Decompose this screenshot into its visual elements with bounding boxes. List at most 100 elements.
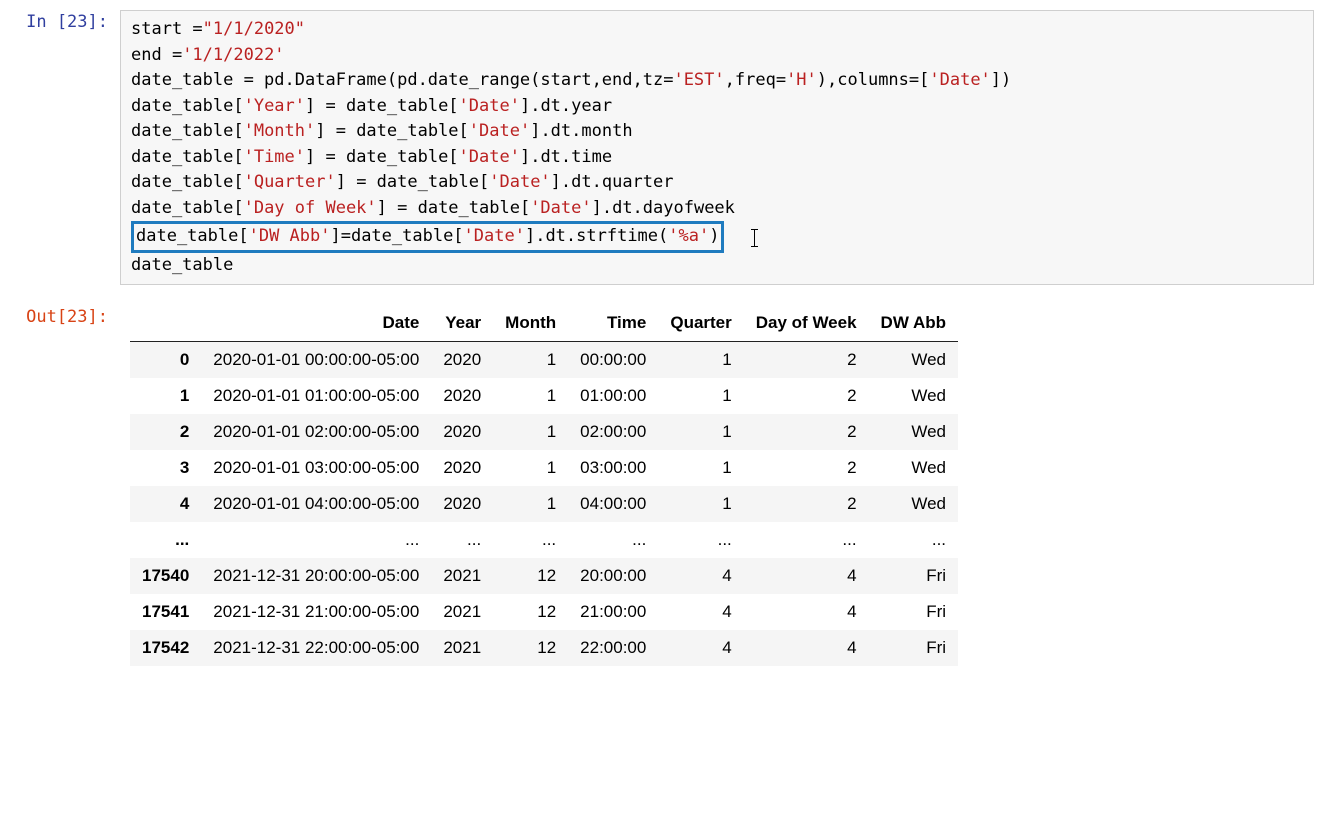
table-row: 02020-01-01 00:00:00-05:002020100:00:001… bbox=[130, 342, 958, 379]
table-cell: Fri bbox=[869, 558, 958, 594]
table-cell: Wed bbox=[869, 450, 958, 486]
code-line[interactable]: end ='1/1/2022' bbox=[131, 43, 1303, 69]
table-cell: ... bbox=[568, 522, 658, 558]
table-cell: 2020-01-01 01:00:00-05:00 bbox=[201, 378, 431, 414]
table-row: 175422021-12-31 22:00:00-05:0020211222:0… bbox=[130, 630, 958, 666]
table-cell: 1 bbox=[493, 414, 568, 450]
table-cell: Wed bbox=[869, 486, 958, 522]
output-area: DateYearMonthTimeQuarterDay of WeekDW Ab… bbox=[120, 285, 1314, 676]
row-index: 2 bbox=[130, 414, 201, 450]
table-cell: 02:00:00 bbox=[568, 414, 658, 450]
column-header: Year bbox=[431, 305, 493, 342]
row-index: 17542 bbox=[130, 630, 201, 666]
table-cell: 03:00:00 bbox=[568, 450, 658, 486]
table-cell: Fri bbox=[869, 630, 958, 666]
table-cell: ... bbox=[869, 522, 958, 558]
row-index: 1 bbox=[130, 378, 201, 414]
table-cell: 1 bbox=[658, 450, 743, 486]
table-cell: 2020 bbox=[431, 378, 493, 414]
row-index: ... bbox=[130, 522, 201, 558]
table-row: 32020-01-01 03:00:00-05:002020103:00:001… bbox=[130, 450, 958, 486]
table-cell: ... bbox=[744, 522, 869, 558]
table-cell: Wed bbox=[869, 342, 958, 379]
table-cell: 2020 bbox=[431, 486, 493, 522]
table-cell: 2020-01-01 04:00:00-05:00 bbox=[201, 486, 431, 522]
output-cell: Out[23]: DateYearMonthTimeQuarterDay of … bbox=[10, 285, 1314, 676]
text-cursor-icon bbox=[754, 229, 755, 247]
code-line[interactable]: date_table['Time'] = date_table['Date'].… bbox=[131, 145, 1303, 171]
code-line[interactable]: date_table = pd.DataFrame(pd.date_range(… bbox=[131, 68, 1303, 94]
table-cell: 2021-12-31 20:00:00-05:00 bbox=[201, 558, 431, 594]
column-header: Time bbox=[568, 305, 658, 342]
row-index: 17540 bbox=[130, 558, 201, 594]
table-cell: 2 bbox=[744, 450, 869, 486]
row-index: 4 bbox=[130, 486, 201, 522]
table-cell: 2021-12-31 22:00:00-05:00 bbox=[201, 630, 431, 666]
column-header: Day of Week bbox=[744, 305, 869, 342]
table-cell: ... bbox=[431, 522, 493, 558]
table-cell: 00:00:00 bbox=[568, 342, 658, 379]
table-cell: 20:00:00 bbox=[568, 558, 658, 594]
table-cell: 2020 bbox=[431, 342, 493, 379]
table-row: ........................ bbox=[130, 522, 958, 558]
table-cell: Wed bbox=[869, 378, 958, 414]
table-cell: 2021 bbox=[431, 594, 493, 630]
output-prompt: Out[23]: bbox=[10, 285, 120, 676]
table-cell: 4 bbox=[744, 558, 869, 594]
column-header: Date bbox=[201, 305, 431, 342]
code-line[interactable]: start ="1/1/2020" bbox=[131, 17, 1303, 43]
table-cell: 2 bbox=[744, 378, 869, 414]
code-line[interactable]: date_table bbox=[131, 253, 1303, 279]
table-cell: 2 bbox=[744, 342, 869, 379]
table-cell: 12 bbox=[493, 558, 568, 594]
code-line[interactable]: date_table['Year'] = date_table['Date'].… bbox=[131, 94, 1303, 120]
table-cell: ... bbox=[658, 522, 743, 558]
table-row: 22020-01-01 02:00:00-05:002020102:00:001… bbox=[130, 414, 958, 450]
table-cell: 2020-01-01 03:00:00-05:00 bbox=[201, 450, 431, 486]
table-cell: 1 bbox=[658, 342, 743, 379]
row-index: 0 bbox=[130, 342, 201, 379]
table-cell: 2020-01-01 00:00:00-05:00 bbox=[201, 342, 431, 379]
table-row: 175412021-12-31 21:00:00-05:0020211221:0… bbox=[130, 594, 958, 630]
table-cell: 4 bbox=[744, 594, 869, 630]
input-cell: In [23]: start ="1/1/2020"end ='1/1/2022… bbox=[10, 10, 1314, 285]
table-cell: 1 bbox=[493, 486, 568, 522]
table-cell: 1 bbox=[493, 450, 568, 486]
table-cell: 1 bbox=[658, 378, 743, 414]
code-line-highlighted[interactable]: date_table['DW Abb']=date_table['Date'].… bbox=[131, 221, 1303, 253]
table-cell: 12 bbox=[493, 630, 568, 666]
code-line[interactable]: date_table['Day of Week'] = date_table['… bbox=[131, 196, 1303, 222]
table-cell: ... bbox=[493, 522, 568, 558]
table-cell: 4 bbox=[744, 630, 869, 666]
table-cell: 01:00:00 bbox=[568, 378, 658, 414]
table-cell: 2020-01-01 02:00:00-05:00 bbox=[201, 414, 431, 450]
table-row: 12020-01-01 01:00:00-05:002020101:00:001… bbox=[130, 378, 958, 414]
table-cell: 21:00:00 bbox=[568, 594, 658, 630]
input-prompt: In [23]: bbox=[10, 10, 120, 285]
table-cell: ... bbox=[201, 522, 431, 558]
table-cell: 4 bbox=[658, 558, 743, 594]
table-cell: 4 bbox=[658, 630, 743, 666]
table-cell: 1 bbox=[658, 414, 743, 450]
table-cell: Fri bbox=[869, 594, 958, 630]
table-cell: 2021-12-31 21:00:00-05:00 bbox=[201, 594, 431, 630]
table-row: 175402021-12-31 20:00:00-05:0020211220:0… bbox=[130, 558, 958, 594]
table-row: 42020-01-01 04:00:00-05:002020104:00:001… bbox=[130, 486, 958, 522]
table-cell: 1 bbox=[493, 342, 568, 379]
code-line[interactable]: date_table['Quarter'] = date_table['Date… bbox=[131, 170, 1303, 196]
table-cell: 2020 bbox=[431, 450, 493, 486]
row-index: 3 bbox=[130, 450, 201, 486]
index-header bbox=[130, 305, 201, 342]
table-cell: 04:00:00 bbox=[568, 486, 658, 522]
code-editor[interactable]: start ="1/1/2020"end ='1/1/2022'date_tab… bbox=[120, 10, 1314, 285]
table-cell: 2021 bbox=[431, 558, 493, 594]
column-header: DW Abb bbox=[869, 305, 958, 342]
table-cell: 2 bbox=[744, 486, 869, 522]
column-header: Month bbox=[493, 305, 568, 342]
table-cell: 1 bbox=[658, 486, 743, 522]
table-cell: 12 bbox=[493, 594, 568, 630]
dataframe-table: DateYearMonthTimeQuarterDay of WeekDW Ab… bbox=[130, 305, 958, 666]
code-line[interactable]: date_table['Month'] = date_table['Date']… bbox=[131, 119, 1303, 145]
table-cell: 22:00:00 bbox=[568, 630, 658, 666]
table-cell: 1 bbox=[493, 378, 568, 414]
